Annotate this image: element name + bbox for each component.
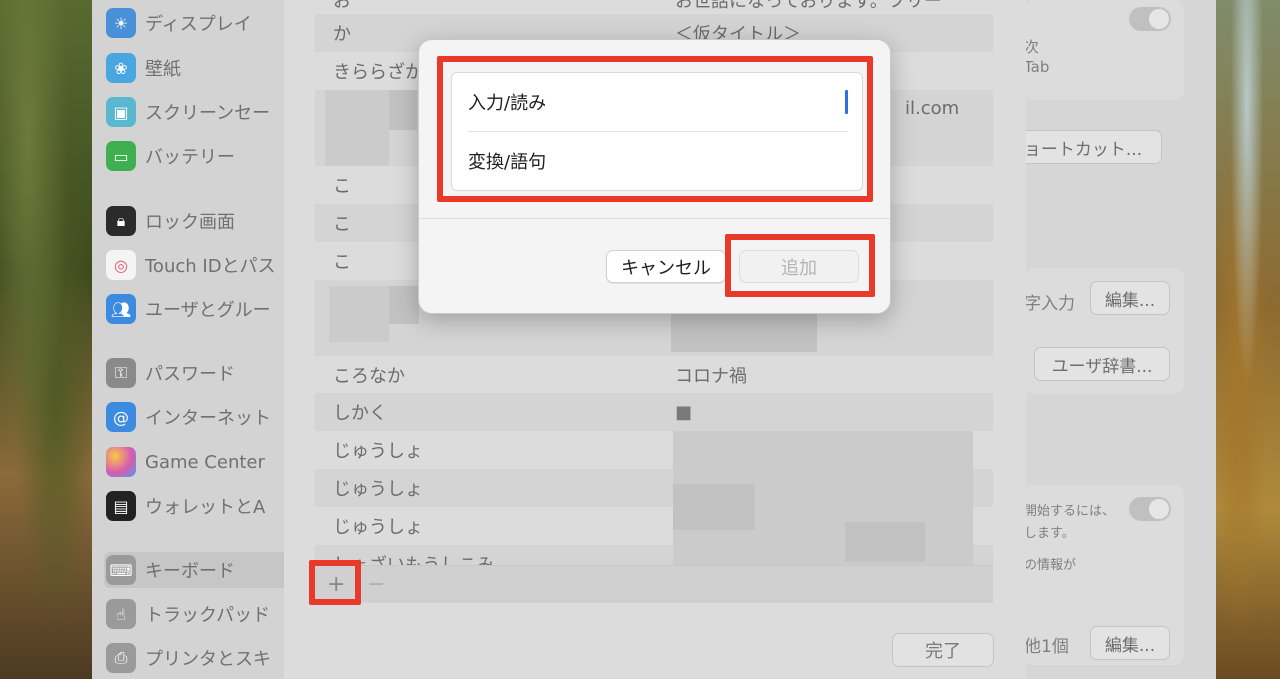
sidebar-item-touch-id[interactable]: ◎ Touch IDとパス xyxy=(106,247,296,283)
word-cell: コロナ禍 xyxy=(675,366,747,387)
game-center-icon xyxy=(106,447,136,477)
battery-icon: ▭ xyxy=(106,141,136,171)
trackpad-icon: ☝ xyxy=(106,599,136,629)
user-dictionary-button[interactable]: ユーザ辞書... xyxy=(1034,347,1170,381)
redacted-block xyxy=(671,314,817,352)
sidebar-item-display[interactable]: ☀ ディスプレイ xyxy=(106,5,296,41)
reading-cell: お xyxy=(333,0,351,12)
tab-text: Tab xyxy=(1024,58,1050,76)
reading-cell: しかく xyxy=(333,403,387,424)
word-cell: il.com xyxy=(905,98,960,119)
shortcut-button[interactable]: ョートカット... xyxy=(1004,130,1162,164)
reading-cell: こ xyxy=(333,214,351,235)
sidebar-item-label: バッテリー xyxy=(145,147,235,168)
word-cell: お世話になっております。フリー xyxy=(675,0,942,12)
sidebar-item-trackpad[interactable]: ☝ トラックパッド xyxy=(106,596,296,632)
keyboard-settings-pane: 次 Tab ョートカット... 字入力 編集... ユーザ辞書... 開始するに… xyxy=(1004,0,1216,679)
sidebar-item-label: インターネット xyxy=(145,408,271,429)
table-row[interactable]: ころなか コロナ禍 xyxy=(315,356,993,394)
done-button[interactable]: 完了 xyxy=(892,633,994,667)
reading-cell: か xyxy=(333,24,351,45)
dictation-toggle[interactable] xyxy=(1129,497,1171,521)
reading-cell: じゅうしょ xyxy=(333,441,423,462)
highlight-fields xyxy=(437,56,873,202)
word-cell: ■ xyxy=(675,401,693,423)
sidebar-item-label: プリンタとスキ xyxy=(145,649,271,670)
desktop-wallpaper-left xyxy=(0,0,92,679)
fingerprint-icon: ◎ xyxy=(106,250,136,280)
sidebar-item-label: トラックパッド xyxy=(145,605,271,626)
sidebar-item-label: 壁紙 xyxy=(145,59,181,80)
redacted-block xyxy=(389,286,419,324)
table-row[interactable]: しかく ■ xyxy=(315,393,993,431)
display-icon: ☀ xyxy=(106,8,136,38)
dialog-divider xyxy=(419,218,890,219)
lock-icon: 🔒︎ xyxy=(106,206,136,236)
reading-cell: ころなか xyxy=(333,366,405,387)
input-text: 字入力 xyxy=(1024,294,1075,314)
desktop-wallpaper-right xyxy=(1214,0,1280,679)
edit-input-sources-button[interactable]: 編集... xyxy=(1090,281,1170,315)
sidebar-item-keyboard[interactable]: ⌨ キーボード xyxy=(104,552,288,588)
toggle-switch[interactable] xyxy=(1129,7,1171,31)
sidebar-item-label: パスワード xyxy=(145,364,235,385)
sidebar-item-label: ディスプレイ xyxy=(145,14,252,35)
remove-entry-button[interactable]: − xyxy=(367,572,385,597)
key-icon: ⚿ xyxy=(106,358,136,388)
table-footer: + − xyxy=(315,565,993,603)
sidebar-item-wallpaper[interactable]: ❀ 壁紙 xyxy=(106,50,296,86)
redacted-block xyxy=(673,484,755,530)
sidebar-item-screensaver[interactable]: ▣ スクリーンセー xyxy=(106,94,296,130)
dictation-text: します。 xyxy=(1024,526,1075,541)
at-icon: @ xyxy=(106,402,136,432)
redacted-block xyxy=(389,90,417,130)
printer-icon: ⎙ xyxy=(106,643,136,673)
reading-cell: こ xyxy=(333,252,351,273)
sidebar: ☀ ディスプレイ ❀ 壁紙 ▣ スクリーンセー ▭ バッテリー 🔒︎ ロック画面… xyxy=(92,0,288,679)
wallet-icon: ▤ xyxy=(106,491,136,521)
reading-cell: じゅうしょ xyxy=(333,479,423,500)
sidebar-item-label: キーボード xyxy=(145,561,235,582)
reading-cell: こ xyxy=(333,176,351,197)
reading-cell: じゅうしょ xyxy=(333,517,423,538)
sidebar-item-label: ウォレットとA xyxy=(145,497,266,518)
dictation-text: 開始するには、 xyxy=(1024,504,1116,519)
sidebar-item-internet-accounts[interactable]: @ インターネット xyxy=(106,399,296,435)
sidebar-item-label: スクリーンセー xyxy=(145,103,271,124)
edit-button[interactable]: 編集... xyxy=(1090,626,1170,660)
sidebar-item-users[interactable]: 👥︎ ユーザとグルー xyxy=(106,291,296,327)
other-count-text: 他1個 xyxy=(1024,637,1069,657)
cancel-button[interactable]: キャンセル xyxy=(606,250,726,283)
redacted-block xyxy=(325,90,389,166)
keyboard-icon: ⌨ xyxy=(106,555,136,585)
next-text: 次 xyxy=(1024,38,1040,56)
sidebar-item-label: Touch IDとパス xyxy=(145,256,276,277)
reading-cell: きららざか xyxy=(333,62,423,83)
sidebar-item-label: Game Center xyxy=(145,451,265,473)
sidebar-item-label: ロック画面 xyxy=(145,212,235,233)
sidebar-item-lock-screen[interactable]: 🔒︎ ロック画面 xyxy=(106,203,296,239)
flower-icon: ❀ xyxy=(106,53,136,83)
sidebar-item-label: ユーザとグルー xyxy=(145,300,271,321)
screensaver-icon: ▣ xyxy=(106,97,136,127)
sidebar-item-battery[interactable]: ▭ バッテリー xyxy=(106,138,296,174)
sidebar-item-passwords[interactable]: ⚿ パスワード xyxy=(106,355,296,391)
sidebar-item-wallet[interactable]: ▤ ウォレットとA xyxy=(106,488,296,524)
highlight-plus-button xyxy=(309,560,361,605)
redacted-block xyxy=(845,522,925,562)
sidebar-item-printers[interactable]: ⎙ プリンタとスキ xyxy=(106,640,296,676)
highlight-add-button xyxy=(725,234,875,297)
dictation-text: の情報が xyxy=(1024,558,1077,573)
redacted-block xyxy=(329,286,389,342)
users-icon: 👥︎ xyxy=(106,294,136,324)
sidebar-item-game-center[interactable]: Game Center xyxy=(106,444,296,480)
